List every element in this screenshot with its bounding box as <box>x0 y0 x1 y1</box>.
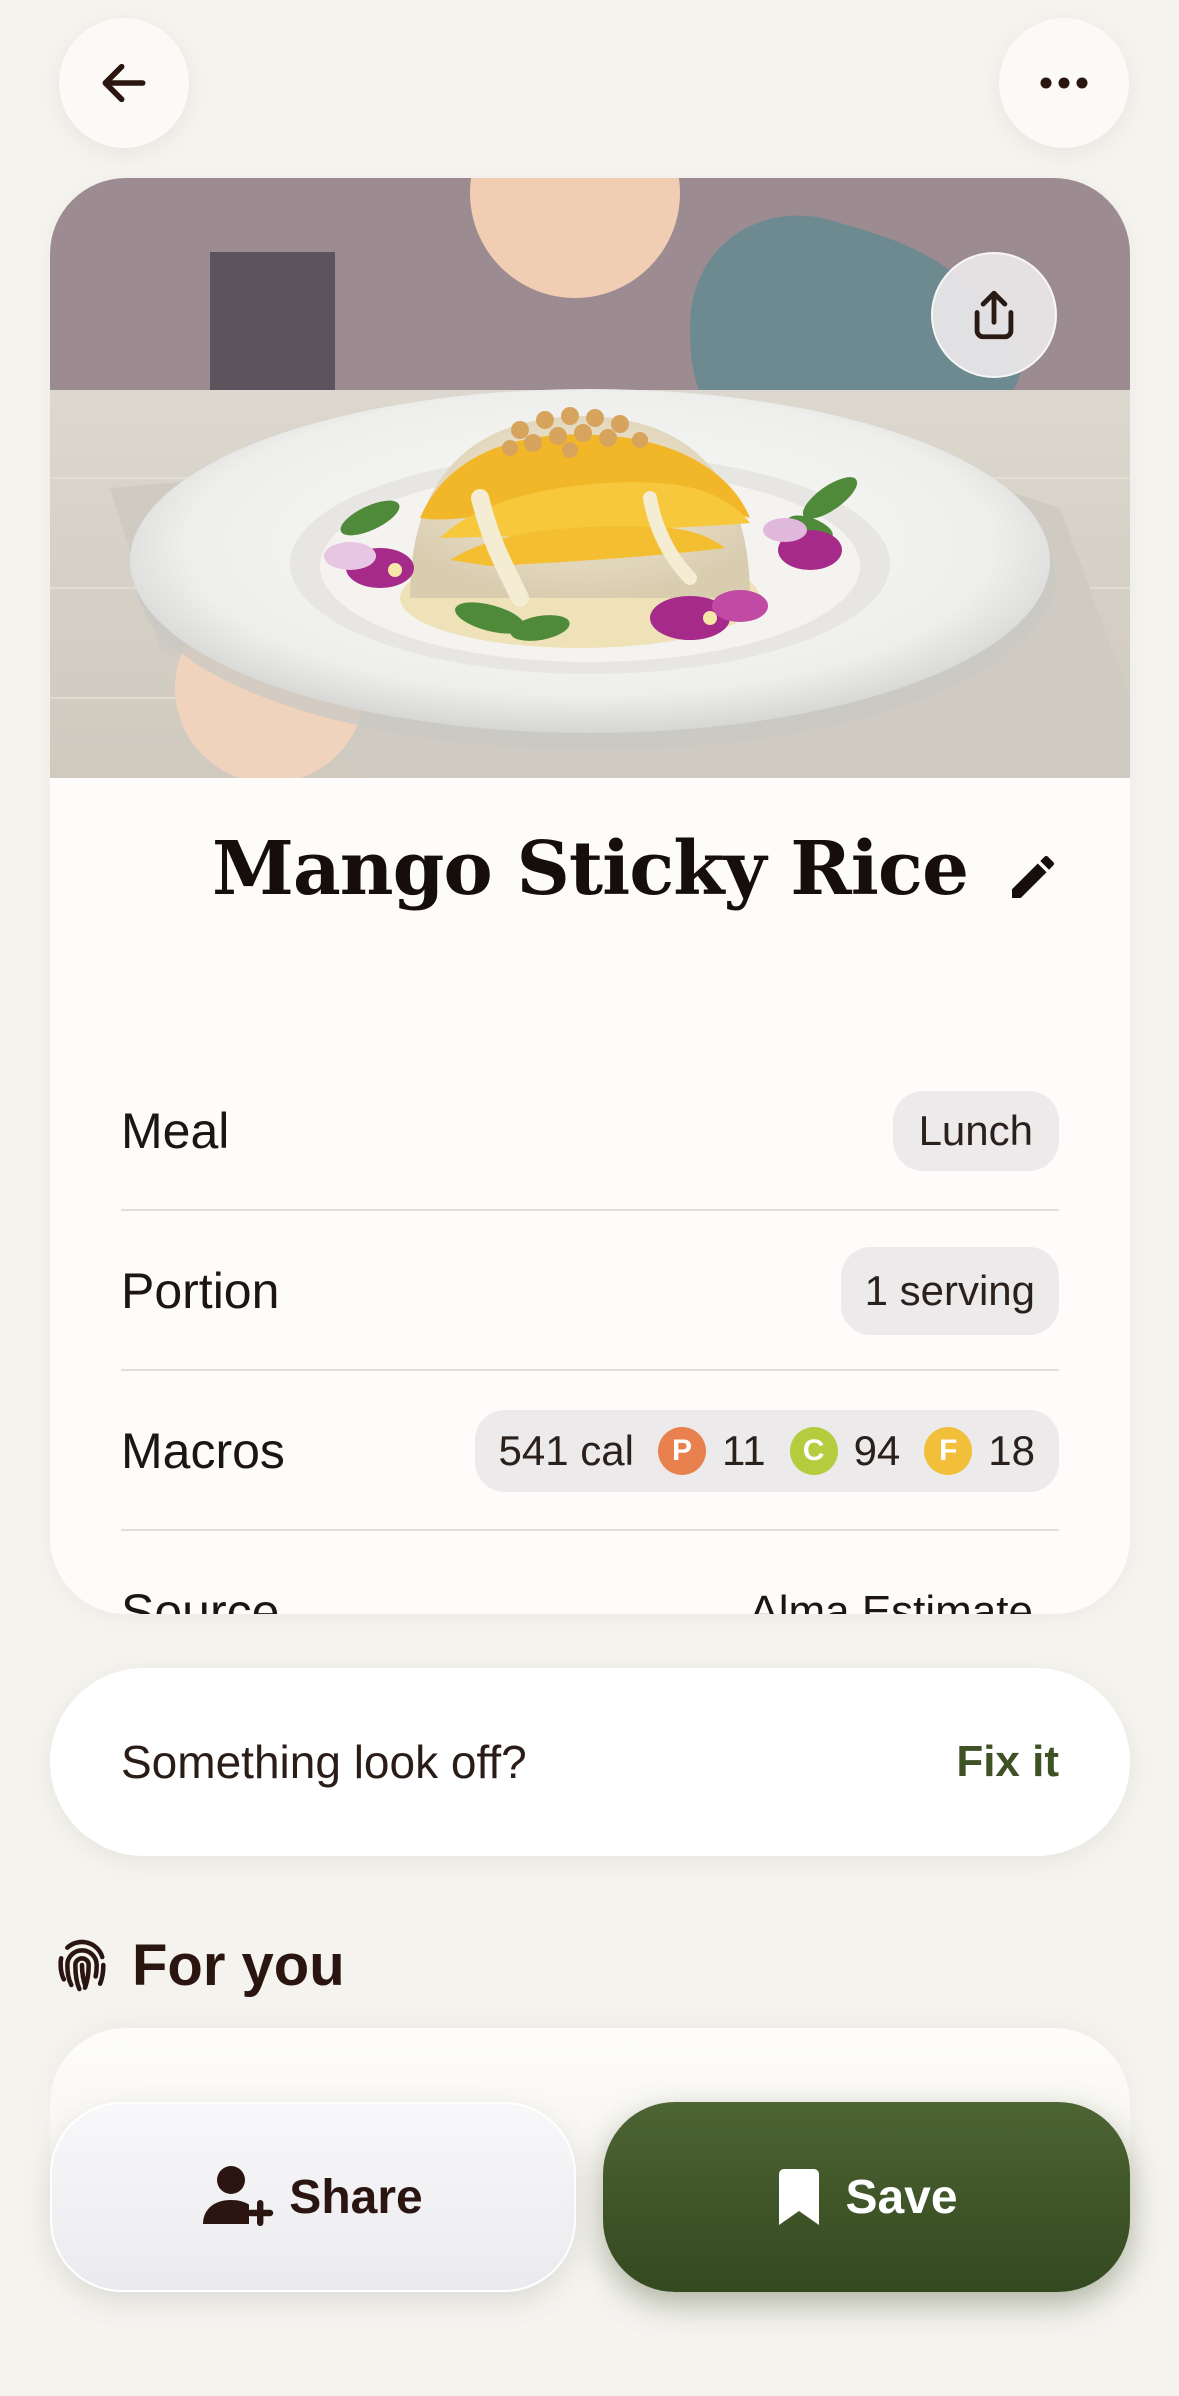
source-value: Alma Estimate <box>749 1587 1033 1614</box>
recipe-title: Mango Sticky Rice <box>211 826 969 912</box>
pencil-icon <box>1012 855 1055 898</box>
calories-value: 541 cal <box>498 1427 634 1474</box>
bookmark-icon <box>779 2169 820 2225</box>
person-add-icon <box>203 2166 274 2226</box>
fix-it-link[interactable]: Fix it <box>956 1737 1059 1787</box>
protein-value: 11 <box>721 1427 766 1474</box>
share-button[interactable]: Share <box>50 2102 576 2292</box>
meal-value-pill[interactable]: Lunch <box>892 1091 1059 1171</box>
save-button[interactable]: Save <box>603 2102 1130 2292</box>
source-label: Source <box>121 1584 280 1614</box>
carbs-badge: C <box>789 1427 838 1475</box>
fat-value: 18 <box>988 1427 1035 1474</box>
for-you-title: For you <box>132 1932 345 1998</box>
save-button-label: Save <box>845 2170 958 2224</box>
source-row: Source Alma Estimate <box>121 1533 1059 1614</box>
macros-value-pill[interactable]: 541 cal P 11 C 94 F 18 <box>474 1410 1059 1492</box>
back-button[interactable] <box>59 18 189 148</box>
more-options-button[interactable] <box>999 18 1129 148</box>
recipe-card: Mango Sticky Rice Meal Lunch Portion 1 s… <box>50 178 1130 1614</box>
feedback-card: Something look off? Fix it <box>50 1668 1130 1856</box>
fat-badge: F <box>924 1427 973 1475</box>
recipe-detail-screen: Mango Sticky Rice Meal Lunch Portion 1 s… <box>0 0 1179 2396</box>
macros-label: Macros <box>121 1423 285 1479</box>
macros-row[interactable]: Macros 541 cal P 11 C 94 F 18 <box>121 1373 1059 1531</box>
share-button-label: Share <box>289 2170 423 2224</box>
feedback-prompt: Something look off? <box>121 1736 527 1788</box>
fingerprint-icon <box>58 1939 106 1992</box>
portion-label: Portion <box>121 1263 280 1319</box>
meal-label: Meal <box>121 1103 230 1159</box>
protein-badge: P <box>657 1427 706 1475</box>
portion-row[interactable]: Portion 1 serving <box>121 1213 1059 1371</box>
portion-value-pill[interactable]: 1 serving <box>840 1247 1059 1335</box>
share-photo-button[interactable] <box>931 252 1057 378</box>
meal-row[interactable]: Meal Lunch <box>121 1053 1059 1211</box>
share-upload-icon <box>974 290 1014 340</box>
ellipsis-icon <box>1040 77 1088 89</box>
arrow-left-icon <box>102 63 146 103</box>
for-you-header: For you <box>50 1925 345 2005</box>
carbs-value: 94 <box>853 1427 901 1474</box>
edit-title-button[interactable] <box>998 842 1068 912</box>
